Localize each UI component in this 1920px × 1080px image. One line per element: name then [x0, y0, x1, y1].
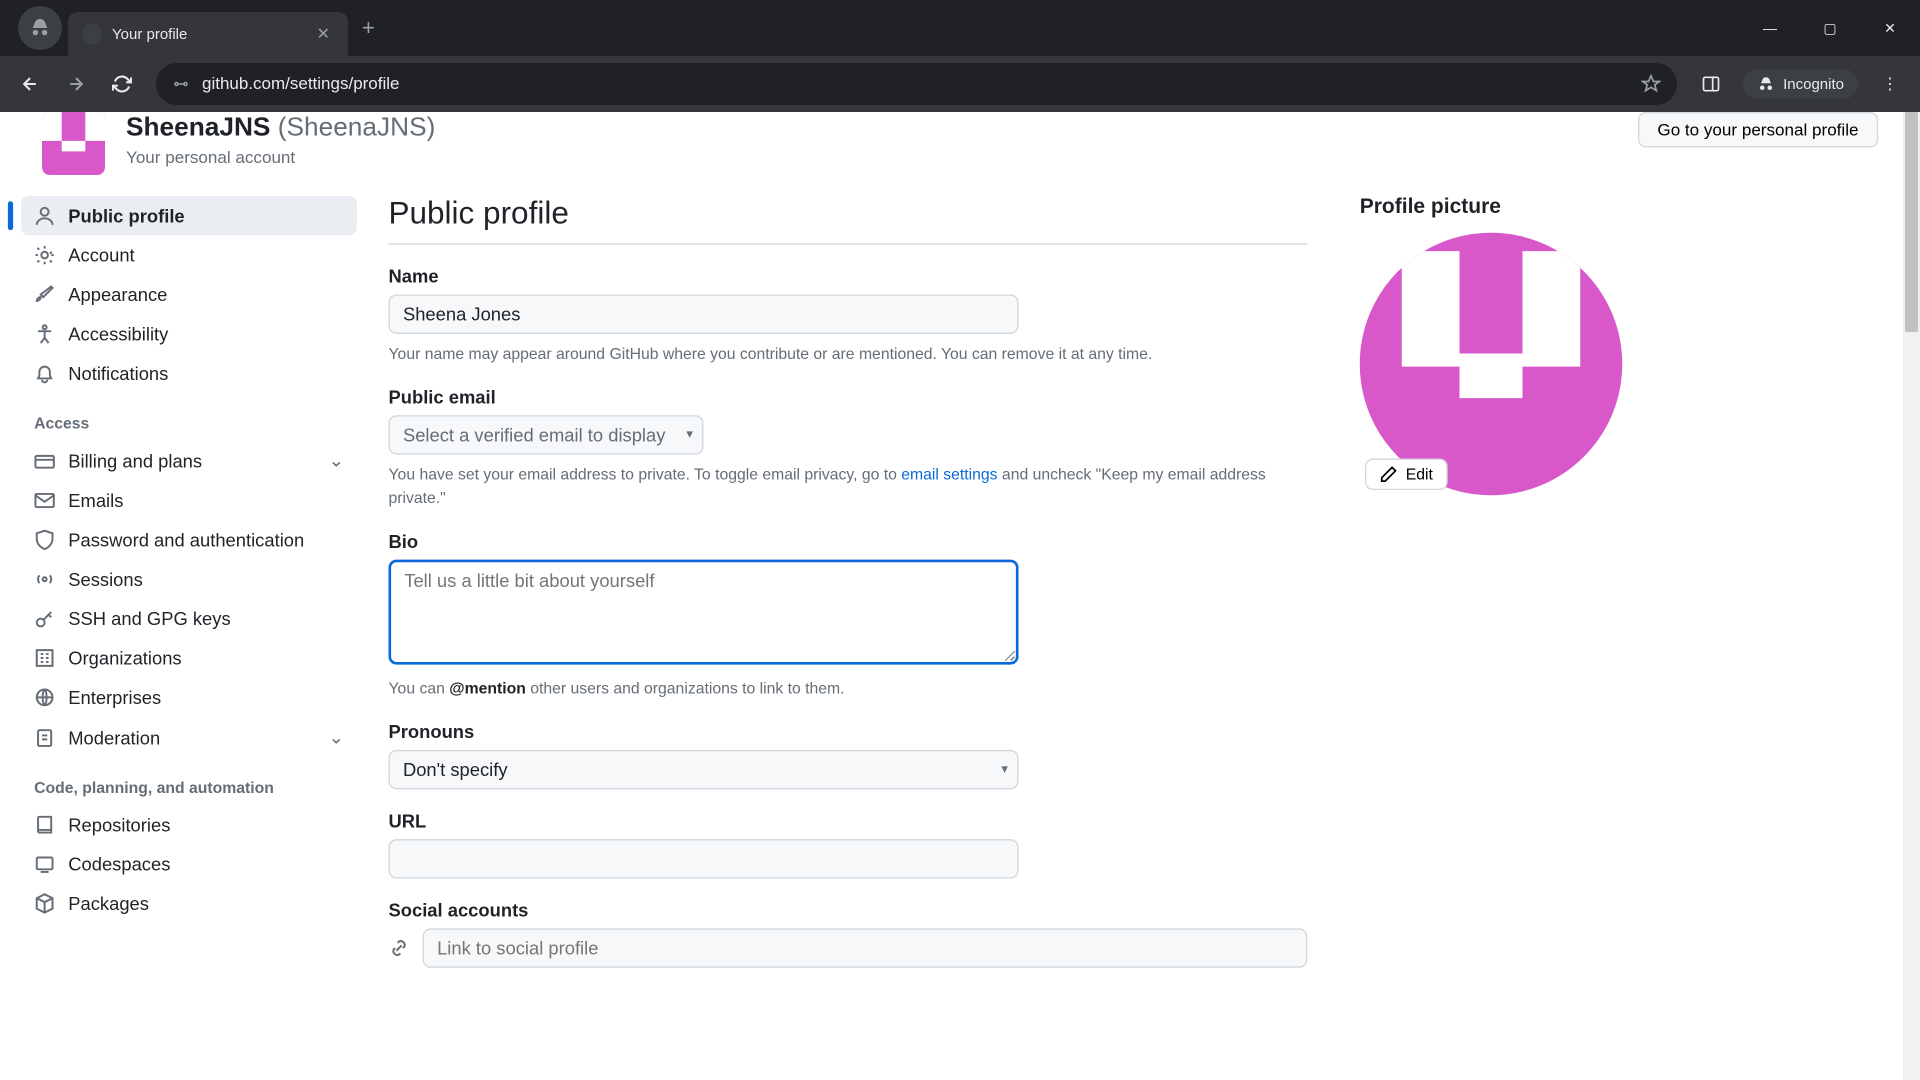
paintbrush-icon — [34, 284, 55, 305]
organization-icon — [34, 648, 55, 669]
sidebar-item-public-profile[interactable]: Public profile — [21, 196, 357, 235]
social-accounts-label: Social accounts — [389, 900, 1308, 921]
credit-card-icon — [34, 450, 55, 471]
pronouns-label: Pronouns — [389, 721, 1308, 742]
edit-picture-button[interactable]: Edit — [1365, 459, 1447, 491]
profile-picture-heading: Profile picture — [1360, 196, 1649, 220]
shield-lock-icon — [34, 529, 55, 550]
sidebar-item-emails[interactable]: Emails — [21, 481, 357, 520]
site-info-icon[interactable] — [172, 75, 190, 93]
url-text: github.com/settings/profile — [202, 74, 1629, 94]
settings-header: SheenaJNS (SheenaJNS) Your personal acco… — [0, 112, 1920, 196]
incognito-indicator[interactable]: Incognito — [1743, 69, 1858, 99]
email-settings-link[interactable]: email settings — [901, 465, 997, 483]
name-label: Name — [389, 266, 1308, 287]
bookmark-star-icon[interactable] — [1641, 74, 1661, 94]
key-icon — [34, 608, 55, 629]
sidebar-heading-code: Code, planning, and automation — [21, 758, 357, 805]
gear-icon — [34, 245, 55, 266]
name-note: Your name may appear around GitHub where… — [389, 342, 1308, 366]
sidebar-item-appearance[interactable]: Appearance — [21, 275, 357, 314]
browser-menu-button[interactable]: ⋮ — [1870, 64, 1910, 104]
header-avatar — [42, 112, 105, 175]
scrollbar-thumb[interactable] — [1905, 112, 1918, 332]
new-tab-button[interactable]: + — [348, 15, 389, 41]
chevron-down-icon: ⌄ — [328, 726, 343, 748]
sidebar-item-sessions[interactable]: Sessions — [21, 560, 357, 599]
back-button[interactable] — [10, 64, 50, 104]
social-link-input[interactable] — [423, 928, 1308, 967]
sidebar-item-repositories[interactable]: Repositories — [21, 805, 357, 844]
sidebar-item-password[interactable]: Password and authentication — [21, 520, 357, 559]
sidebar-heading-access: Access — [21, 393, 357, 440]
incognito-icon — [1757, 75, 1775, 93]
profile-picture — [1360, 233, 1623, 496]
browser-profile-chip[interactable] — [18, 6, 62, 50]
side-panel-button[interactable] — [1691, 64, 1731, 104]
url-input[interactable] — [389, 839, 1019, 878]
public-email-select[interactable]: Select a verified email to display — [389, 415, 704, 454]
tab-close-button[interactable]: ✕ — [313, 20, 334, 48]
window-minimize-button[interactable]: ― — [1740, 0, 1800, 56]
sidebar-item-enterprises[interactable]: Enterprises — [21, 678, 357, 717]
reload-button[interactable] — [102, 64, 142, 104]
browser-titlebar: Your profile ✕ + ― ▢ ✕ — [0, 0, 1920, 56]
broadcast-icon — [34, 569, 55, 590]
link-icon — [389, 938, 410, 959]
sidebar-item-codespaces[interactable]: Codespaces — [21, 844, 357, 883]
scrollbar-track[interactable] — [1903, 112, 1920, 1080]
mail-icon — [34, 490, 55, 511]
header-subtitle: Your personal account — [126, 147, 435, 167]
browser-tab[interactable]: Your profile ✕ — [68, 12, 348, 56]
forward-button[interactable] — [56, 64, 96, 104]
sidebar-item-packages[interactable]: Packages — [21, 884, 357, 923]
address-bar[interactable]: github.com/settings/profile — [156, 63, 1677, 105]
report-icon — [34, 727, 55, 748]
goto-profile-button[interactable]: Go to your personal profile — [1638, 112, 1878, 147]
window-close-button[interactable]: ✕ — [1860, 0, 1920, 56]
window-maximize-button[interactable]: ▢ — [1800, 0, 1860, 56]
accessibility-icon — [34, 323, 55, 344]
public-email-note: You have set your email address to priva… — [389, 462, 1308, 509]
globe-icon — [34, 687, 55, 708]
sidebar-item-billing[interactable]: Billing and plans⌄ — [21, 440, 357, 481]
page-title: Public profile — [389, 196, 1308, 245]
repo-icon — [34, 814, 55, 835]
browser-toolbar: github.com/settings/profile Incognito ⋮ — [0, 56, 1920, 112]
public-email-label: Public email — [389, 386, 1308, 407]
codespaces-icon — [34, 854, 55, 875]
incognito-icon — [29, 17, 51, 39]
tab-favicon — [82, 24, 102, 44]
name-input[interactable] — [389, 294, 1019, 333]
settings-sidebar: Public profile Account Appearance Access… — [21, 196, 357, 989]
pronouns-select[interactable]: Don't specify — [389, 750, 1019, 789]
pencil-icon — [1379, 465, 1397, 483]
sidebar-item-moderation[interactable]: Moderation⌄ — [21, 717, 357, 758]
tab-title: Your profile — [112, 26, 313, 43]
sidebar-item-organizations[interactable]: Organizations — [21, 638, 357, 677]
sidebar-item-account[interactable]: Account — [21, 235, 357, 274]
package-icon — [34, 893, 55, 914]
bio-textarea[interactable] — [389, 560, 1019, 665]
chevron-down-icon: ⌄ — [328, 449, 343, 471]
person-icon — [34, 205, 55, 226]
bell-icon — [34, 363, 55, 384]
sidebar-item-notifications[interactable]: Notifications — [21, 354, 357, 393]
bio-label: Bio — [389, 531, 1308, 552]
header-username: SheenaJNS (SheenaJNS) — [126, 112, 435, 145]
sidebar-item-accessibility[interactable]: Accessibility — [21, 314, 357, 353]
incognito-label: Incognito — [1783, 76, 1844, 93]
url-label: URL — [389, 810, 1308, 831]
bio-note: You can @mention other users and organiz… — [389, 676, 1308, 700]
sidebar-item-ssh-keys[interactable]: SSH and GPG keys — [21, 599, 357, 638]
